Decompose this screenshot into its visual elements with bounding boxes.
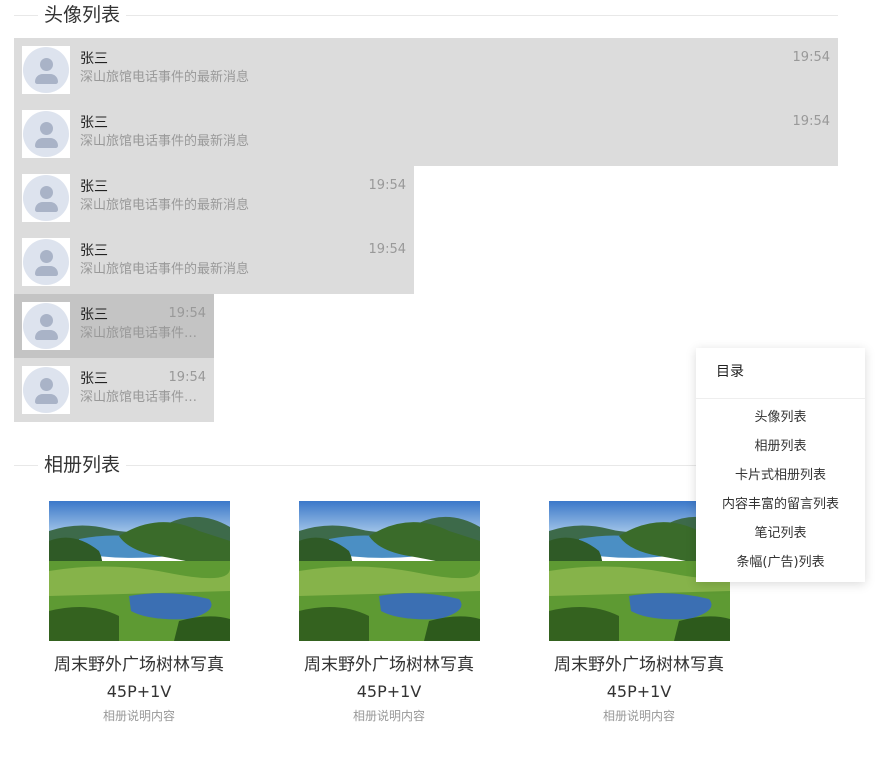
toc-title: 目录	[716, 364, 744, 380]
page: 头像列表 张三 深山旅馆电话事件的最新消息 19:54 张三 深山旅馆电话事件的…	[0, 0, 879, 758]
user-avatar-icon	[23, 239, 69, 285]
item-time: 19:54	[792, 114, 830, 129]
item-message: 深山旅馆电话事件的最新消息	[80, 70, 250, 85]
item-time: 19:54	[368, 178, 406, 193]
avatar	[22, 302, 70, 350]
user-avatar-icon	[23, 367, 69, 413]
toc-item-rich-comment-list[interactable]: 内容丰富的留言列表	[696, 495, 865, 524]
toc-panel: 目录 头像列表 相册列表 卡片式相册列表 内容丰富的留言列表 笔记列表 条幅(广…	[696, 348, 865, 582]
item-message: 深山旅馆电话事件的最新消息	[80, 198, 250, 213]
item-time: 19:54	[168, 370, 206, 385]
album-photo[interactable]	[299, 501, 480, 641]
item-name: 张三	[80, 243, 108, 259]
album-list-title: 相册列表	[38, 450, 127, 480]
toc-list: 头像列表 相册列表 卡片式相册列表 内容丰富的留言列表 笔记列表 条幅(广告)列…	[696, 408, 865, 582]
album-description: 相册说明内容	[352, 709, 425, 723]
toc-item-banner-list[interactable]: 条幅(广告)列表	[696, 553, 865, 582]
item-message: 深山旅馆电话事件的最新消息	[80, 390, 206, 405]
album-title: 周末野外广场树林写真	[554, 655, 724, 675]
toc-item-card-album-list[interactable]: 卡片式相册列表	[696, 466, 865, 495]
list-item[interactable]: 张三 深山旅馆电话事件的最新消息 19:54	[14, 358, 214, 422]
toc-item-album-list[interactable]: 相册列表	[696, 437, 865, 466]
user-avatar-icon	[23, 111, 69, 157]
item-name: 张三	[80, 179, 108, 195]
list-item[interactable]: 张三 深山旅馆电话事件的最新消息 19:54	[14, 102, 838, 166]
toc-item-note-list[interactable]: 笔记列表	[696, 524, 865, 553]
album-count: 45P+1V	[356, 682, 422, 701]
item-message: 深山旅馆电话事件的最新消息	[80, 326, 206, 341]
item-name: 张三	[80, 115, 108, 131]
album-title: 周末野外广场树林写真	[54, 655, 224, 675]
user-avatar-icon	[23, 303, 69, 349]
album-description: 相册说明内容	[102, 709, 175, 723]
user-avatar-icon	[23, 175, 69, 221]
album-count: 45P+1V	[606, 682, 672, 701]
item-name: 张三	[80, 371, 108, 387]
item-time: 19:54	[792, 50, 830, 65]
user-avatar-icon	[23, 47, 69, 93]
header-line	[14, 15, 838, 16]
avatar	[22, 238, 70, 286]
list-item[interactable]: 张三 深山旅馆电话事件的最新消息 19:54	[14, 38, 838, 102]
toc-item-avatar-list[interactable]: 头像列表	[696, 408, 865, 437]
item-message: 深山旅馆电话事件的最新消息	[80, 262, 250, 277]
toc-divider	[696, 398, 865, 399]
album-title: 周末野外广场树林写真	[304, 655, 474, 675]
avatar	[22, 110, 70, 158]
list-item[interactable]: 张三 深山旅馆电话事件的最新消息 19:54	[14, 230, 414, 294]
avatar	[22, 366, 70, 414]
album-description: 相册说明内容	[602, 709, 675, 723]
item-time: 19:54	[368, 242, 406, 257]
avatar-list-title: 头像列表	[38, 0, 127, 30]
avatar	[22, 174, 70, 222]
avatar-list-header: 头像列表	[14, 0, 838, 30]
album-photo[interactable]	[49, 501, 230, 641]
list-item[interactable]: 张三 深山旅馆电话事件的最新消息 19:54	[14, 294, 214, 358]
item-name: 张三	[80, 51, 108, 67]
item-message: 深山旅馆电话事件的最新消息	[80, 134, 250, 149]
item-name: 张三	[80, 307, 108, 323]
item-time: 19:54	[168, 306, 206, 321]
list-item[interactable]: 张三 深山旅馆电话事件的最新消息 19:54	[14, 166, 414, 230]
avatar	[22, 46, 70, 94]
album-count: 45P+1V	[106, 682, 172, 701]
